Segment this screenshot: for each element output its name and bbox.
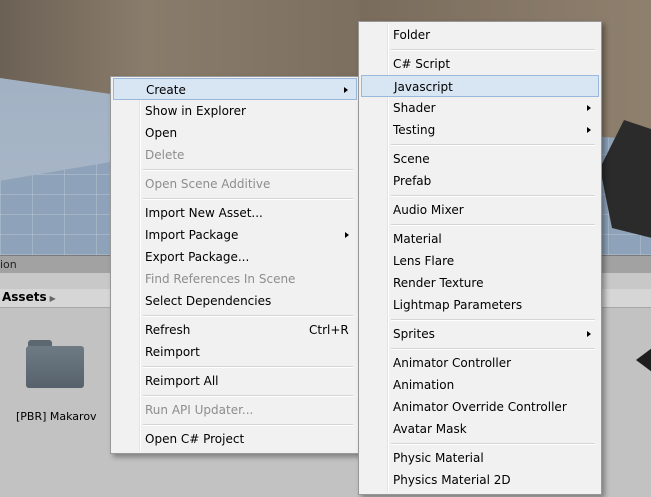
menu-item-lens-flare[interactable]: Lens Flare [361, 250, 599, 272]
menu-separator [391, 49, 595, 51]
menu-item-label: Physics Material 2D [393, 473, 511, 487]
menu-item-label: Scene [393, 152, 430, 166]
menu-item-label: Reimport [145, 345, 200, 359]
menu-item-label: Open C# Project [145, 432, 245, 446]
menu-item-label: Testing [393, 123, 436, 137]
menu-separator [143, 198, 353, 200]
menu-item-csharp-script[interactable]: C# Script [361, 53, 599, 75]
menu-item-import-new-asset[interactable]: Import New Asset... [113, 202, 357, 224]
menu-item-label: Run API Updater... [145, 403, 254, 417]
menu-item-label: Show in Explorer [145, 104, 246, 118]
menu-item-physics-material-2d[interactable]: Physics Material 2D [361, 469, 599, 491]
menu-item-lightmap-parameters[interactable]: Lightmap Parameters [361, 294, 599, 316]
menu-separator [143, 315, 353, 317]
menu-item-animator-controller[interactable]: Animator Controller [361, 352, 599, 374]
menu-item-label: Folder [393, 28, 431, 42]
menu-separator [143, 424, 353, 426]
menu-item-open-scene-additive: Open Scene Additive [113, 173, 357, 195]
menu-item-select-dependencies[interactable]: Select Dependencies [113, 290, 357, 312]
menu-item-label: C# Script [393, 57, 451, 71]
menu-item-folder[interactable]: Folder [361, 24, 599, 46]
menu-item-label: Delete [145, 148, 185, 162]
folder-icon[interactable] [26, 340, 84, 388]
menu-item-avatar-mask[interactable]: Avatar Mask [361, 418, 599, 440]
menu-separator [143, 169, 353, 171]
menu-item-render-texture[interactable]: Render Texture [361, 272, 599, 294]
submenu-arrow-icon [587, 127, 591, 133]
menu-item-label: Material [393, 232, 442, 246]
menu-item-sprites[interactable]: Sprites [361, 323, 599, 345]
menu-separator [143, 395, 353, 397]
breadcrumb-arrow-icon: ▶ [49, 294, 56, 303]
menu-item-label: Select Dependencies [145, 294, 272, 308]
menu-item-javascript[interactable]: Javascript [361, 75, 599, 97]
menu-item-label: Sprites [393, 327, 435, 341]
menu-item-animator-override-controller[interactable]: Animator Override Controller [361, 396, 599, 418]
menu-item-animation[interactable]: Animation [361, 374, 599, 396]
menu-item-find-references: Find References In Scene [113, 268, 357, 290]
menu-separator [391, 144, 595, 146]
menu-item-label: Create [146, 83, 186, 97]
menu-item-shortcut: Ctrl+R [309, 323, 349, 337]
menu-item-label: Animator Controller [393, 356, 512, 370]
menu-item-label: Animator Override Controller [393, 400, 567, 414]
menu-item-run-api-updater: Run API Updater... [113, 399, 357, 421]
menu-item-label: Export Package... [145, 250, 250, 264]
menu-item-import-package[interactable]: Import Package [113, 224, 357, 246]
menu-item-label: Refresh [145, 323, 191, 337]
menu-item-scene[interactable]: Scene [361, 148, 599, 170]
menu-item-label: Avatar Mask [393, 422, 467, 436]
menu-item-show-in-explorer[interactable]: Show in Explorer [113, 100, 357, 122]
submenu-arrow-icon [344, 87, 348, 93]
menu-separator [391, 443, 595, 445]
menu-item-label: Lightmap Parameters [393, 298, 523, 312]
menu-item-reimport-all[interactable]: Reimport All [113, 370, 357, 392]
folder-body [26, 346, 84, 388]
menu-item-refresh[interactable]: Refresh Ctrl+R [113, 319, 357, 341]
menu-item-open-csharp-project[interactable]: Open C# Project [113, 428, 357, 450]
menu-item-open[interactable]: Open [113, 122, 357, 144]
menu-item-testing[interactable]: Testing [361, 119, 599, 141]
menu-item-label: Import Package [145, 228, 239, 242]
menu-item-label: Find References In Scene [145, 272, 296, 286]
menu-item-label: Import New Asset... [145, 206, 263, 220]
menu-item-label: Prefab [393, 174, 432, 188]
menu-item-physic-material[interactable]: Physic Material [361, 447, 599, 469]
menu-separator [391, 348, 595, 350]
menu-separator [391, 224, 595, 226]
menu-item-label: Open Scene Additive [145, 177, 271, 191]
menu-item-material[interactable]: Material [361, 228, 599, 250]
menu-item-label: Javascript [394, 80, 453, 94]
breadcrumb[interactable]: Assets ▶ [2, 290, 56, 304]
create-submenu: Folder C# Script Javascript Shader Testi… [358, 21, 602, 495]
menu-item-label: Render Texture [393, 276, 484, 290]
menu-item-label: Open [145, 126, 178, 140]
context-menu: Create Show in Explorer Open Delete Open… [110, 76, 360, 454]
menu-item-shader[interactable]: Shader [361, 97, 599, 119]
breadcrumb-label[interactable]: Assets [2, 290, 47, 304]
submenu-arrow-icon [587, 331, 591, 337]
menu-separator [143, 366, 353, 368]
panel-tab-label[interactable]: ion [0, 258, 17, 271]
submenu-arrow-icon [587, 105, 591, 111]
menu-item-audio-mixer[interactable]: Audio Mixer [361, 199, 599, 221]
menu-item-export-package[interactable]: Export Package... [113, 246, 357, 268]
menu-item-delete: Delete [113, 144, 357, 166]
menu-separator [391, 195, 595, 197]
menu-item-create[interactable]: Create [113, 78, 357, 100]
menu-item-label: Audio Mixer [393, 203, 464, 217]
menu-item-label: Animation [393, 378, 455, 392]
menu-item-reimport[interactable]: Reimport [113, 341, 357, 363]
menu-item-label: Lens Flare [393, 254, 455, 268]
menu-item-label: Physic Material [393, 451, 484, 465]
menu-item-label: Shader [393, 101, 436, 115]
menu-item-prefab[interactable]: Prefab [361, 170, 599, 192]
menu-separator [391, 319, 595, 321]
asset-label[interactable]: [PBR] Makarov [16, 410, 97, 423]
submenu-arrow-icon [345, 232, 349, 238]
menu-item-label: Reimport All [145, 374, 219, 388]
